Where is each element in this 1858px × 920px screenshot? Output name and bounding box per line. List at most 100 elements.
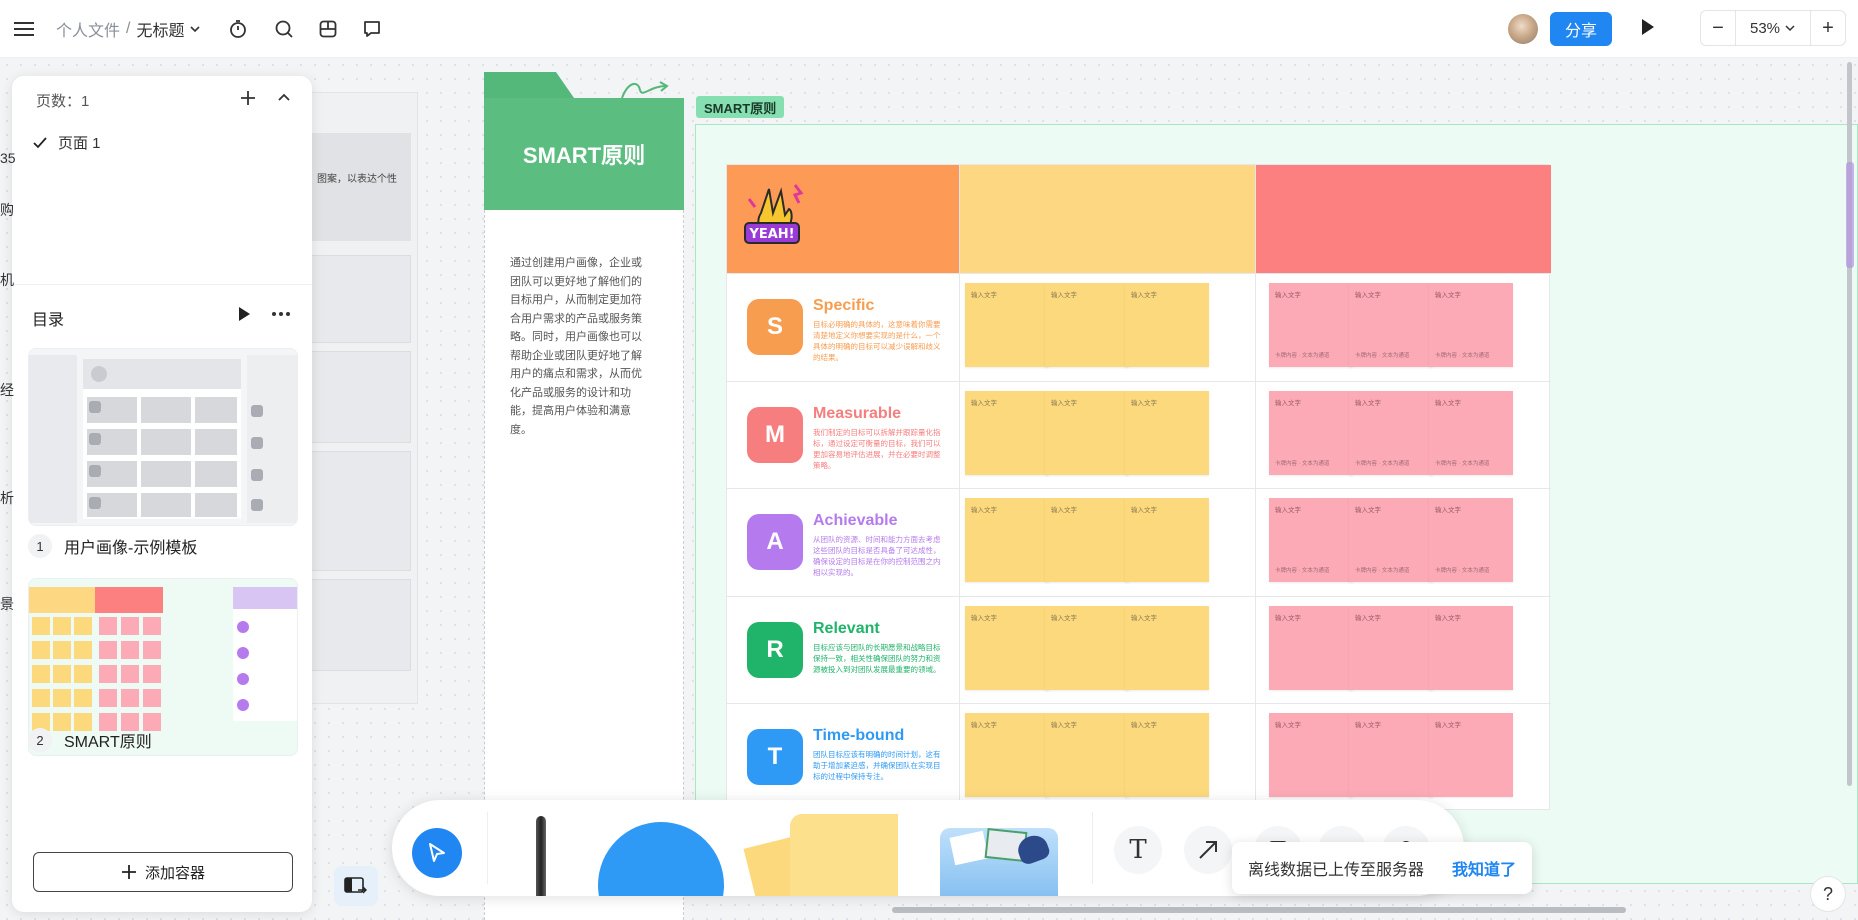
sticky-note-yellow[interactable]: 输入文字 [1125, 390, 1209, 475]
select-tool-button[interactable] [412, 828, 462, 878]
sticky-note-placeholder: 输入文字 [1131, 399, 1157, 407]
sticky-note-pink[interactable]: 输入文字 卡牌内容 · 文本为通道 [1269, 283, 1353, 367]
switch-panel-icon [344, 877, 367, 894]
sticky-note-yellow[interactable]: 输入文字 [1125, 498, 1209, 583]
sticky-note-pink[interactable]: 输入文字 [1349, 605, 1433, 690]
shape-tool[interactable] [598, 822, 724, 896]
sticky-note-yellow[interactable]: 输入文字 [1045, 605, 1129, 690]
pages-count: 页数：1 [36, 93, 90, 110]
toc-thumbnail-1[interactable] [28, 348, 298, 526]
zoom-in-button[interactable]: + [1811, 11, 1845, 45]
sticky-note-pink[interactable]: 输入文字 [1269, 713, 1353, 798]
cursor-icon [429, 843, 445, 862]
criterion-description: 目标应该与团队的长期愿景和战略目标保持一致，相关性确保团队的努力和资源被投入到对… [813, 642, 941, 674]
sticky-note-placeholder: 输入文字 [1355, 507, 1381, 515]
sticky-note-yellow[interactable]: 输入文字 [1045, 498, 1129, 583]
sticky-note-pink[interactable]: 输入文字 卡牌内容 · 文本为通道 [1349, 390, 1433, 475]
criterion-title: Achievable [813, 512, 898, 530]
add-page-icon[interactable] [238, 88, 258, 113]
criterion-title: Specific [813, 297, 875, 314]
sticky-note-placeholder: 输入文字 [1435, 292, 1461, 299]
sticky-note-pink[interactable]: 输入文字 [1269, 605, 1353, 690]
sticky-note-yellow[interactable]: 输入文字 [965, 283, 1049, 367]
sticky-note-placeholder: 输入文字 [1435, 399, 1461, 407]
sticky-note-yellow[interactable]: 输入文字 [965, 713, 1049, 798]
sticky-note-yellow[interactable]: 输入文字 [1045, 713, 1129, 798]
persona-card [311, 255, 411, 343]
timer-icon[interactable] [224, 15, 252, 43]
sticky-note-pink[interactable]: 输入文字 [1429, 713, 1513, 798]
toast-acknowledge-button[interactable]: 我知道了 [1452, 856, 1516, 880]
page-item-1[interactable]: 页面 1 [32, 132, 101, 153]
add-container-label: 添加容器 [144, 864, 205, 882]
sticky-note-pink[interactable]: 输入文字 卡牌内容 · 文本为通道 [1269, 498, 1353, 583]
add-container-button[interactable]: 添加容器 [33, 852, 293, 892]
sticky-note-pink[interactable]: 输入文字 [1429, 605, 1513, 690]
help-button[interactable]: ? [1810, 876, 1846, 912]
criterion-letter-r: R [747, 621, 803, 678]
document-title[interactable]: 无标题 [136, 17, 184, 41]
canvas-fragment: 35 [0, 150, 16, 166]
connector-tool-button[interactable] [1184, 826, 1232, 874]
criterion-description: 目标必明确的具体的，这意味着你需要清楚地定义你想要实现的是什么，一个具体的明确的… [813, 320, 941, 362]
breadcrumb-separator: / [126, 19, 131, 37]
header-cell-yellow [959, 165, 1255, 273]
sticky-note-yellow[interactable]: 输入文字 [1125, 713, 1209, 798]
breadcrumb-root[interactable]: 个人文件 [56, 17, 120, 41]
share-button[interactable]: 分享 [1550, 12, 1612, 46]
user-avatar[interactable] [1508, 14, 1538, 44]
sticky-note-pink[interactable]: 输入文字 卡牌内容 · 文本为通道 [1429, 390, 1513, 475]
sticky-note-tool-front[interactable] [790, 814, 898, 896]
sticky-note-yellow[interactable]: 输入文字 [1045, 390, 1129, 475]
toc-item-1[interactable]: 1 用户画像-示例模板 [28, 534, 197, 558]
persona-card [311, 579, 411, 671]
panel-toggle-button[interactable] [334, 866, 378, 906]
pen-tool[interactable] [536, 816, 546, 896]
zoom-out-button[interactable]: − [1701, 11, 1735, 45]
sticky-note-pink[interactable]: 输入文字 卡牌内容 · 文本为通道 [1429, 498, 1513, 583]
arrow-icon [1199, 841, 1217, 859]
sticky-note-yellow[interactable]: 输入文字 [1125, 605, 1209, 690]
smart-table[interactable]: YEAH! S Specific 目标必明确的具体的，这意味着你需要清楚地定义你想要… [726, 164, 1551, 811]
criterion-letter-m: M [747, 406, 803, 463]
text-tool-button[interactable]: T [1114, 826, 1162, 874]
sticky-note-pink[interactable]: 输入文字 卡牌内容 · 文本为通道 [1429, 283, 1513, 367]
sticky-note-pink[interactable]: 输入文字 卡牌内容 · 文本为通道 [1349, 498, 1433, 583]
sticky-note-yellow[interactable]: 输入文字 [965, 390, 1049, 475]
sticky-note-placeholder: 输入文字 [1051, 614, 1077, 622]
sticky-note-pink[interactable]: 输入文字 卡牌内容 · 文本为通道 [1269, 390, 1353, 475]
sticky-note-placeholder: 输入文字 [971, 614, 997, 622]
toc-item-2[interactable]: 2 SMART原则 [28, 728, 152, 752]
toc-item-number: 2 [28, 728, 52, 752]
toc-play-icon[interactable] [234, 304, 254, 329]
chevron-down-icon [1785, 25, 1795, 32]
sticky-note-yellow[interactable]: 输入文字 [1045, 283, 1129, 367]
search-icon[interactable] [270, 15, 298, 43]
sticky-note-yellow[interactable]: 输入文字 [1125, 283, 1209, 367]
asset-library-tool[interactable] [940, 827, 1058, 896]
sticky-note-pink[interactable]: 输入文字 [1349, 713, 1433, 798]
sticky-note-pink[interactable]: 输入文字 卡牌内容 · 文本为通道 [1349, 283, 1433, 367]
zoom-value: 53% [1749, 19, 1781, 37]
sticky-note-placeholder: 输入文字 [1051, 507, 1077, 515]
folder-title[interactable]: SMART原则 [484, 98, 684, 210]
horizontal-scrollbar[interactable] [892, 907, 1626, 913]
toast-message: 离线数据已上传至服务器 [1248, 862, 1425, 879]
toc-item-label: 用户画像-示例模板 [64, 540, 198, 557]
sticky-note-yellow[interactable]: 输入文字 [965, 605, 1049, 690]
sticky-note-placeholder: 输入文字 [971, 722, 997, 730]
sticky-note-placeholder: 输入文字 [1275, 614, 1301, 622]
sticky-note-yellow[interactable]: 输入文字 [965, 498, 1049, 583]
chevron-up-icon[interactable] [274, 88, 294, 113]
more-icon[interactable] [270, 304, 292, 329]
template-icon[interactable] [314, 15, 342, 43]
sticky-note-placeholder: 输入文字 [1275, 399, 1301, 407]
zoom-select[interactable]: 53% [1735, 11, 1811, 45]
sticky-note-placeholder: 输入文字 [1051, 722, 1077, 730]
present-play-icon[interactable] [1638, 15, 1658, 44]
comment-icon[interactable] [358, 15, 386, 43]
menu-icon[interactable] [10, 15, 38, 43]
sticky-note-placeholder: 输入文字 [1355, 722, 1381, 730]
smart-frame-label[interactable]: SMART原则 [696, 96, 785, 118]
chevron-down-icon[interactable] [188, 22, 202, 36]
